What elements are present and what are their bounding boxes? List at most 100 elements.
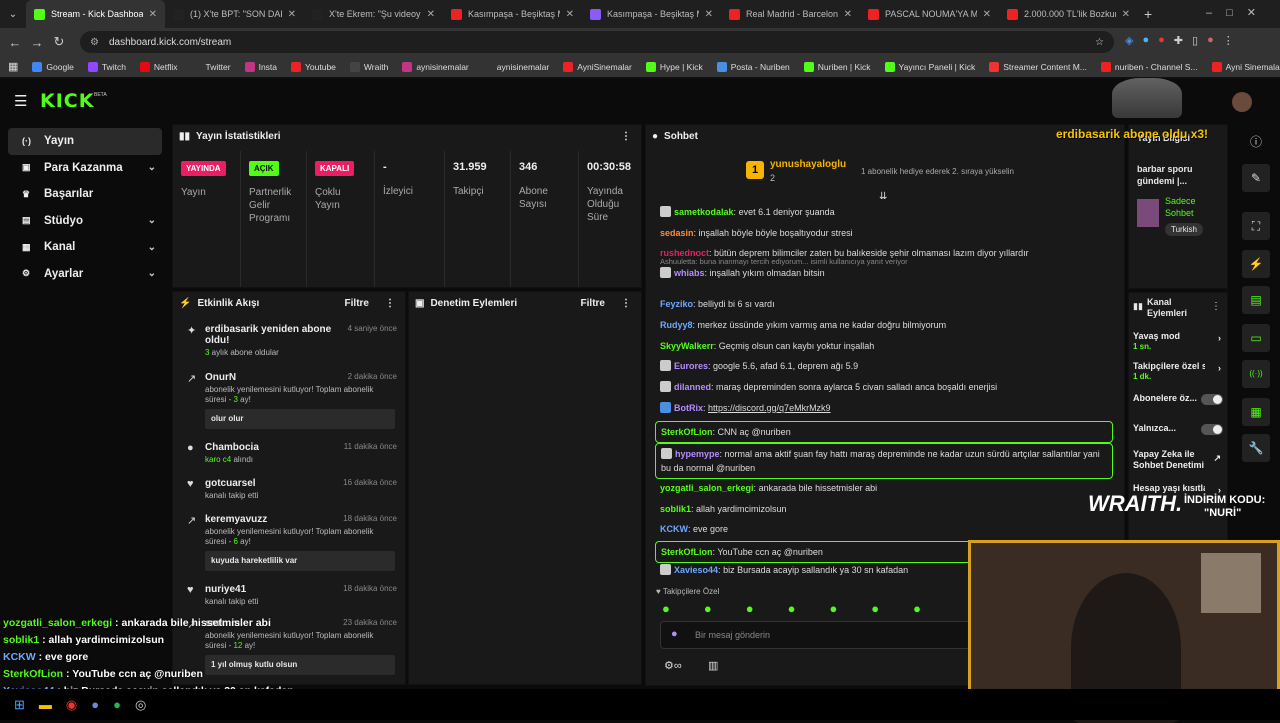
tab-search-icon[interactable]: ⌄	[0, 9, 26, 20]
apps-grid-icon[interactable]: ▦	[8, 60, 18, 73]
chevron-down-icon[interactable]: ⌄	[148, 215, 156, 226]
user-avatar[interactable]	[1232, 92, 1252, 112]
discord-icon[interactable]: ●	[91, 697, 99, 713]
chat-message[interactable]: Eurores: google 5.6, afad 6.1, deprem ağ…	[660, 359, 1118, 373]
bookmark-item[interactable]: nuriben - Channel S...	[1100, 61, 1198, 72]
chat-username[interactable]: SterkOfLion	[661, 427, 713, 437]
extension-red-icon[interactable]: ●	[1158, 34, 1165, 47]
moderation-filter-button[interactable]: Filtre	[581, 298, 605, 309]
chat-store-icon[interactable]: ▥	[708, 659, 718, 672]
chat-username[interactable]: whiabs	[674, 268, 705, 278]
browser-tab[interactable]: (1) X'te BPT: "SON DAKİKA ✕	[165, 0, 304, 28]
menu-dots-icon[interactable]: ⋮	[1223, 34, 1234, 47]
browser-tab[interactable]: Kasımpaşa - Beşiktaş Maç ✕	[443, 0, 582, 28]
toggle-switch[interactable]	[1201, 424, 1223, 435]
chat-username[interactable]: yozgatli_salon_erkegi	[660, 483, 754, 493]
bookmark-item[interactable]: aynisinemalar	[402, 61, 469, 72]
chat-message[interactable]: dilanned: maraş depreminden sonra aylarc…	[660, 380, 1118, 394]
channel-action-row[interactable]: Yapay Zeka ile Sohbet Denetimi ↗	[1133, 449, 1225, 471]
kick-emote-6-icon[interactable]: ●	[871, 601, 879, 616]
sidebar-item-5[interactable]: ⚙ Ayarlar ⌄	[8, 261, 162, 288]
tab-close-icon[interactable]: ✕	[288, 9, 296, 20]
sidebar-item-1[interactable]: ▣ Para Kazanma ⌄	[8, 155, 162, 182]
pinned-gift-leader[interactable]: 1 yunushayaloglu 2 1 abonelik hediye ede…	[746, 159, 1046, 189]
bookmark-item[interactable]: Google	[32, 61, 74, 72]
tab-close-icon[interactable]: ✕	[149, 9, 157, 20]
reload-icon[interactable]: ↻	[48, 34, 70, 50]
chat-message[interactable]: KCKW: eve gore	[660, 522, 1118, 536]
chat-username[interactable]: Xavieso44	[674, 565, 718, 575]
chat-message[interactable]: yozgatli_salon_erkegi: ankarada bile his…	[660, 481, 1118, 495]
category-name[interactable]: Sadece Sohbet	[1165, 195, 1225, 219]
event-item[interactable]: ↗ keremyavuzz 18 dakika önce abonelik yenil…	[181, 514, 403, 571]
start-icon[interactable]: ⊞	[14, 697, 25, 713]
chat-message[interactable]: soblik1: allah yardimcimizolsun	[660, 502, 1118, 516]
new-tab-button[interactable]: +	[1144, 6, 1152, 22]
chat-username[interactable]: sedasin	[660, 228, 694, 238]
tab-close-icon[interactable]: ✕	[566, 9, 574, 20]
chat-message[interactable]: sametkodalak: evet 6.1 deniyor şuanda	[660, 205, 1118, 219]
chat-message[interactable]: hypemype: normal ama aktif şuan fay hatt…	[655, 443, 1113, 479]
url-input[interactable]: ⚙ dashboard.kick.com/stream ☆	[80, 31, 1114, 53]
category-thumbnail[interactable]	[1137, 199, 1159, 227]
broadcast-icon[interactable]: ((·))	[1242, 360, 1270, 388]
document-icon[interactable]: ▤	[1242, 286, 1270, 314]
language-tag[interactable]: Turkish	[1165, 223, 1203, 236]
kick-emote-5-icon[interactable]: ●	[829, 601, 837, 616]
crop-icon[interactable]: ⛶	[1242, 212, 1270, 240]
wrench-icon[interactable]: 🔧	[1242, 434, 1270, 462]
tab-close-icon[interactable]: ✕	[705, 9, 713, 20]
extension-shield-icon[interactable]: ◈	[1125, 34, 1133, 47]
bookmark-star-icon[interactable]: ☆	[1095, 37, 1104, 48]
kick-emote-3-icon[interactable]: ●	[746, 601, 754, 616]
sidebar-item-2[interactable]: ♛ Başarılar	[8, 181, 162, 208]
bookmark-item[interactable]: Insta	[244, 61, 277, 72]
chat-username[interactable]: Rudyy8	[660, 320, 693, 330]
site-info-icon[interactable]: ⚙	[90, 37, 99, 48]
bookmark-item[interactable]: Nuriben | Kick	[803, 61, 871, 72]
mic-icon[interactable]: ●	[671, 628, 678, 640]
extensions-puzzle-icon[interactable]: ✚	[1174, 34, 1183, 47]
forward-icon[interactable]: →	[26, 35, 48, 50]
window-controls[interactable]: –□✕	[1206, 6, 1270, 19]
kick-emote-7-icon[interactable]: ●	[913, 601, 921, 616]
bookmark-item[interactable]: AyniSinemalar	[563, 61, 632, 72]
external-link-icon[interactable]: ↗	[1213, 453, 1221, 464]
chat-settings-icon[interactable]: ⚙∞	[664, 659, 682, 672]
browser-tab[interactable]: Stream - Kick Dashboard ✕	[26, 0, 165, 28]
event-item[interactable]: ♥ gotcuarsel 16 dakika önce kanalı takip et…	[181, 478, 403, 501]
chat-username[interactable]: SterkOfLion	[661, 547, 713, 557]
events-menu-icon[interactable]: ⋮	[385, 298, 395, 309]
chat-message[interactable]: Rudyy8: merkez üssünde yıkım varmış ama …	[660, 318, 1118, 332]
channel-action-row[interactable]: Yalnızca...	[1133, 423, 1225, 435]
sidebar-item-4[interactable]: ▦ Kanal ⌄	[8, 234, 162, 261]
channel-action-row[interactable]: Takipçilere özel s1 dk. ›	[1133, 361, 1225, 381]
browser-tab[interactable]: 2.000.000 TL'lik Bozkurt ✕	[999, 0, 1138, 28]
scroll-down-icon[interactable]: ⇊	[879, 191, 887, 202]
chat-username[interactable]: KCKW	[660, 524, 688, 534]
back-icon[interactable]: ←	[4, 35, 26, 50]
spotify-icon[interactable]: ●	[113, 697, 121, 713]
browser-tab[interactable]: Kasımpaşa - Beşiktaş Maç ✕	[582, 0, 721, 28]
chat-message[interactable]: Feyziko: belliydi bi 6 sı vardı	[660, 297, 1118, 311]
bookmark-item[interactable]: Wraith	[349, 61, 388, 72]
chat-message[interactable]: Ashuuletta: buna inanmayı tercih ediyoru…	[660, 257, 1118, 280]
obs-icon[interactable]: ◎	[135, 697, 146, 713]
chat-message[interactable]: SkyyWalkerr: Geçmiş olsun can kaybı yokt…	[660, 339, 1118, 353]
event-item[interactable]: ● Chambocia 11 dakika önce karo c4 alındı	[181, 442, 403, 465]
chat-bubble-icon[interactable]: ▭	[1242, 324, 1270, 352]
chevron-right-icon[interactable]: ›	[1218, 363, 1221, 373]
tab-close-icon[interactable]: ✕	[983, 9, 991, 20]
bookmark-item[interactable]: Streamer Content M...	[989, 61, 1087, 72]
moderation-menu-icon[interactable]: ⋮	[621, 298, 631, 309]
chat-username[interactable]: soblik1	[660, 504, 691, 514]
bookmark-item[interactable]: Ayni Sinemalar - Ça...	[1211, 61, 1280, 72]
events-filter-button[interactable]: Filtre	[345, 298, 369, 309]
bookmark-item[interactable]: Netflix	[139, 61, 178, 72]
kick-emote-2-icon[interactable]: ●	[704, 601, 712, 616]
bookmark-item[interactable]: Yayıncı Paneli | Kick	[884, 61, 975, 72]
stats-menu-icon[interactable]: ⋮	[621, 131, 631, 142]
kick-emote-1-icon[interactable]: ●	[662, 601, 670, 616]
event-item[interactable]: ✦ erdibasarik yeniden abone oldu! 4 saniye…	[181, 324, 403, 358]
extensions-area[interactable]: ◈ ● ● ✚ ▯ ● ⋮	[1125, 34, 1234, 47]
